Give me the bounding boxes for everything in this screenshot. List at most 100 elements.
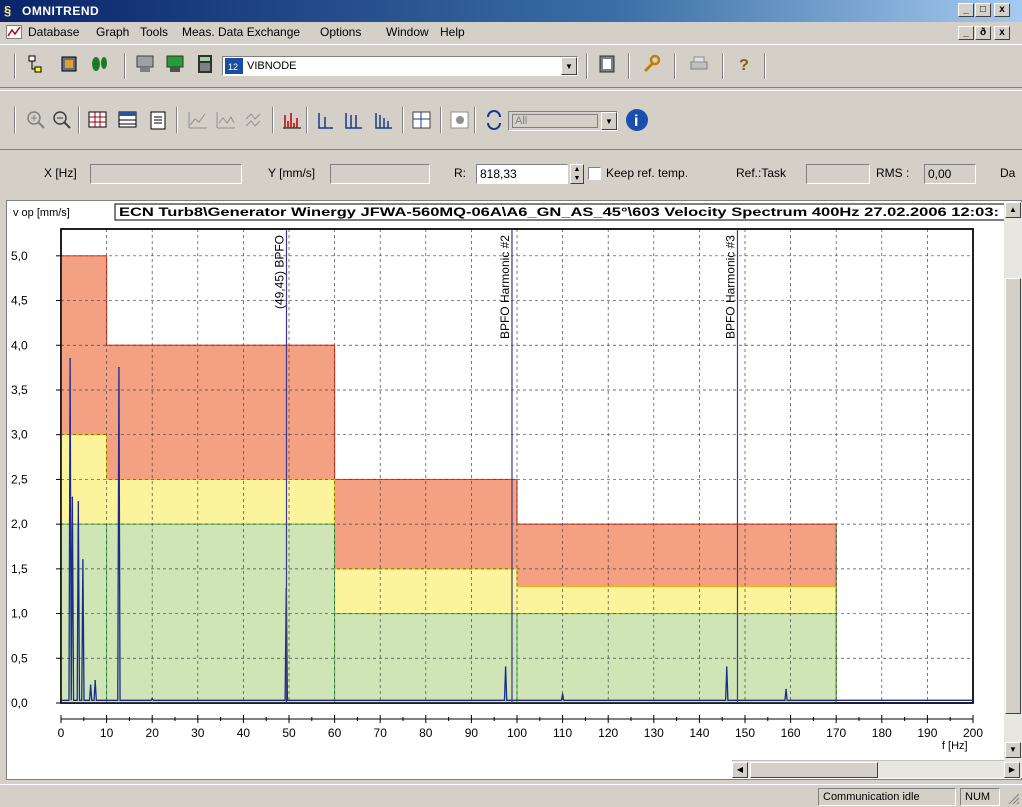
scroll-right-button[interactable]: ▶ [1004, 762, 1020, 778]
x-tick-label: 140 [689, 726, 709, 740]
alarm-band-red [517, 524, 837, 587]
wrench-icon[interactable] [640, 54, 664, 78]
horizontal-scrollbar[interactable]: ◀ ▶ [732, 760, 1020, 778]
spectrum-peak[interactable] [82, 559, 84, 561]
harmonic-1-icon[interactable] [314, 109, 338, 133]
r-spinner[interactable]: ▲ ▼ [570, 164, 584, 184]
filter-select[interactable]: All ▼ [508, 111, 618, 131]
graph-doc-icon [6, 25, 22, 39]
scroll-down-button[interactable]: ▼ [1005, 742, 1021, 758]
device-green-icon[interactable] [164, 54, 188, 78]
spectrum-peak[interactable] [151, 697, 153, 700]
maximize-button[interactable]: □ [975, 3, 991, 17]
menu-tools[interactable]: Tools [140, 25, 168, 39]
clipboard-icon[interactable] [596, 54, 620, 78]
menu-database[interactable]: Database [28, 25, 79, 39]
toolbar-separator [306, 107, 308, 133]
x-tick-label: 90 [465, 726, 479, 740]
waterfall-icon[interactable] [214, 109, 238, 133]
x-tick-label: 0 [58, 726, 65, 740]
child-restore-button[interactable]: ð [975, 26, 991, 40]
trend-icon[interactable] [186, 109, 210, 133]
x-tick-label: 40 [237, 726, 251, 740]
close-button[interactable]: x [994, 3, 1010, 17]
help-question-icon[interactable]: ? [732, 54, 756, 78]
device-gray-icon[interactable] [134, 54, 158, 78]
toolbar-separator [124, 53, 126, 79]
x-tick-label: 80 [419, 726, 433, 740]
spectrum-peak[interactable] [77, 500, 80, 503]
y-readout-label: Y [mm/s] [268, 166, 316, 180]
zoom-out-icon[interactable] [50, 109, 74, 133]
x-tick-label: 190 [917, 726, 937, 740]
r-value-input[interactable]: 818,33 [476, 164, 568, 184]
toolbar-separator [586, 53, 588, 79]
child-minimize-button[interactable]: _ [958, 26, 974, 40]
spectrum-chart[interactable]: v op [mm/s] ECN Turb8\Generator Winergy J… [7, 201, 1006, 779]
minimize-button[interactable]: _ [958, 3, 974, 17]
spectrum-peak[interactable] [89, 684, 92, 686]
table-icon[interactable] [116, 109, 140, 133]
x-tick-label: 170 [826, 726, 846, 740]
refresh-icon[interactable] [482, 109, 506, 133]
spectrum-peak[interactable] [69, 357, 71, 360]
spectrum-peak[interactable] [71, 496, 74, 499]
printer-icon[interactable] [688, 54, 712, 78]
harmonic-3-icon[interactable] [372, 109, 396, 133]
calculator-icon[interactable] [194, 54, 218, 78]
spectrum-peak[interactable] [504, 666, 507, 669]
vertical-scroll-thumb[interactable] [1005, 278, 1021, 714]
menu-meas-data-exchange[interactable]: Meas. Data Exchange [182, 25, 300, 39]
layout-icon[interactable] [410, 109, 434, 133]
ref-task-field [806, 164, 870, 184]
spectrum-peak[interactable] [94, 679, 96, 682]
chevron-down-icon[interactable]: ▼ [561, 57, 577, 75]
alarm-band-red [106, 345, 335, 480]
node-select[interactable]: 12 VIBNODE ▼ [222, 56, 578, 76]
child-close-button[interactable]: x [994, 26, 1010, 40]
y-tick-label: 1,5 [11, 562, 28, 576]
menu-window[interactable]: Window [386, 25, 429, 39]
keep-ref-temp-checkbox[interactable] [588, 167, 601, 180]
r-readout-label: R: [454, 166, 466, 180]
report-icon[interactable] [146, 109, 170, 133]
tree-icon[interactable] [24, 54, 48, 78]
info-icon[interactable]: i [624, 107, 648, 131]
scroll-left-button[interactable]: ◀ [732, 762, 748, 778]
resize-grip-icon[interactable] [1006, 791, 1020, 805]
horizontal-scroll-thumb[interactable] [750, 762, 878, 778]
svg-text:i: i [634, 113, 638, 130]
spectrum-peak[interactable] [118, 366, 120, 369]
y-tick-label: 0,5 [11, 651, 28, 665]
compare-icon[interactable] [242, 109, 266, 133]
grid-icon[interactable] [86, 109, 110, 133]
scroll-up-button[interactable]: ▲ [1005, 202, 1021, 218]
menu-graph[interactable]: Graph [96, 25, 129, 39]
node-type-icon: 12 [225, 58, 243, 74]
vertical-scrollbar[interactable]: ▲ ▼ [1004, 202, 1022, 778]
menu-help[interactable]: Help [440, 25, 465, 39]
harmonic-2-icon[interactable] [342, 109, 366, 133]
footprint-icon[interactable] [88, 54, 112, 78]
svg-text:12: 12 [228, 62, 238, 72]
toolbar-separator [176, 107, 178, 133]
spectrum-peak[interactable] [725, 666, 728, 669]
y-tick-label: 3,0 [11, 428, 28, 442]
x-tick-label: 50 [282, 726, 296, 740]
rms-label: RMS : [876, 166, 910, 180]
spectrum-chart-panel: v op [mm/s] ECN Turb8\Generator Winergy J… [6, 200, 1022, 780]
toolbar-separator [764, 53, 766, 79]
settings-icon[interactable] [448, 109, 472, 133]
chart-toolbar: All ▼ i [0, 90, 1022, 150]
x-tick-label: 130 [644, 726, 664, 740]
fault-frequency-label: (49,45) BPFO [272, 235, 286, 309]
menu-options[interactable]: Options [320, 25, 361, 39]
spectrum-peak[interactable] [561, 693, 564, 695]
toolbar-separator [14, 107, 16, 133]
spectrum-icon[interactable] [280, 109, 304, 133]
chevron-down-icon[interactable]: ▼ [601, 112, 617, 130]
spectrum-peak[interactable] [785, 688, 787, 691]
database-icon[interactable] [58, 54, 82, 78]
zoom-in-icon[interactable] [24, 109, 48, 133]
x-tick-label: 10 [100, 726, 114, 740]
